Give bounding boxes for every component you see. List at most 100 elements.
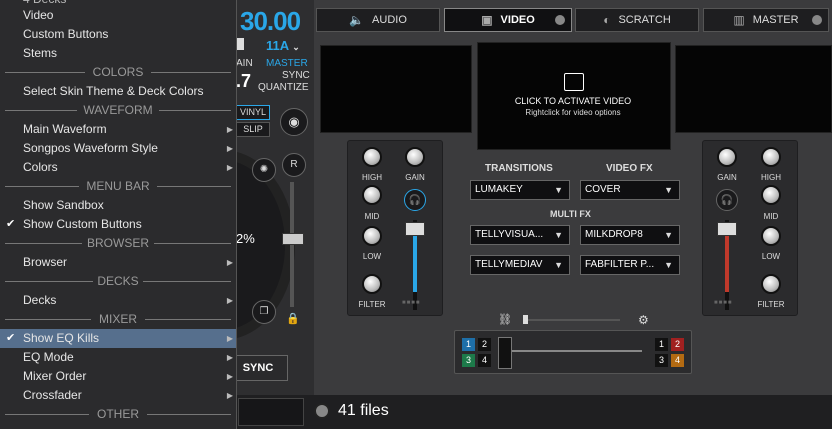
chevron-right-icon: ▶ bbox=[226, 334, 233, 343]
mid-knob[interactable] bbox=[761, 185, 781, 205]
mid-label: MID bbox=[364, 212, 380, 221]
menu-item-browser[interactable]: Browser ▶ bbox=[0, 253, 236, 272]
eye-icon[interactable]: ◉ bbox=[280, 108, 308, 136]
deck-chip-2[interactable]: 2 bbox=[671, 338, 684, 351]
menu-item-decks[interactable]: Decks ▶ bbox=[0, 291, 236, 310]
tab-master[interactable]: ▥ MASTER bbox=[703, 8, 829, 32]
high-knob[interactable] bbox=[761, 147, 781, 167]
menu-section-menubar: MENU BAR bbox=[0, 177, 236, 196]
crossfader-track[interactable] bbox=[512, 350, 642, 352]
section-label: OTHER bbox=[97, 407, 139, 421]
volume-fader-right-handle[interactable] bbox=[717, 222, 737, 236]
crossfader-settings-icon[interactable]: ⚙ bbox=[638, 313, 649, 327]
deck-chip-2[interactable]: 2 bbox=[478, 338, 491, 351]
divider bbox=[154, 243, 231, 244]
menu-item-main-waveform[interactable]: Main Waveform ▶ bbox=[0, 120, 236, 139]
multifx-select-4[interactable]: FABFILTER P... ▼ bbox=[580, 255, 680, 275]
menu-item-show-custom-buttons[interactable]: ✔ Show Custom Buttons bbox=[0, 215, 236, 234]
volume-fader-left-handle[interactable] bbox=[405, 222, 425, 236]
sync-label[interactable]: SYNC bbox=[282, 70, 310, 81]
multifx-select-3[interactable]: TELLYMEDIAV ▼ bbox=[470, 255, 570, 275]
menu-item-select-skin[interactable]: Select Skin Theme & Deck Colors bbox=[0, 82, 236, 101]
tab-options-icon[interactable] bbox=[812, 15, 822, 25]
gain-knob[interactable] bbox=[405, 147, 425, 167]
eq-panel-left bbox=[347, 140, 443, 316]
menu-item-crossfader[interactable]: Crossfader ▶ bbox=[0, 386, 236, 405]
filter-knob[interactable] bbox=[362, 274, 382, 294]
sync-button[interactable]: SYNC bbox=[228, 355, 288, 381]
deck-chip-3[interactable]: 3 bbox=[462, 354, 475, 367]
video-preview-left[interactable] bbox=[320, 45, 472, 133]
tab-video[interactable]: ▣ VIDEO bbox=[444, 8, 572, 32]
videofx-select[interactable]: COVER ▼ bbox=[580, 180, 680, 200]
filter-label: FILTER bbox=[358, 300, 386, 309]
deck-chip-1[interactable]: 1 bbox=[462, 338, 475, 351]
master-icon: ▥ bbox=[733, 13, 745, 27]
menu-item-custom-buttons[interactable]: Custom Buttons bbox=[0, 25, 236, 44]
menu-item-songpos-waveform[interactable]: Songpos Waveform Style ▶ bbox=[0, 139, 236, 158]
high-knob[interactable] bbox=[362, 147, 382, 167]
link-icon[interactable]: ⛓ bbox=[498, 313, 512, 326]
menu-item-show-eq-kills[interactable]: ✔ Show EQ Kills ▶ bbox=[0, 329, 236, 348]
slip-button[interactable]: SLIP bbox=[236, 122, 270, 137]
crossfader-curve-handle[interactable] bbox=[523, 315, 528, 324]
menu-item-mixer-order[interactable]: Mixer Order ▶ bbox=[0, 367, 236, 386]
deck-chip-4[interactable]: 4 bbox=[671, 354, 684, 367]
chevron-right-icon: ▶ bbox=[226, 391, 233, 400]
gain-label: GAIN bbox=[717, 173, 737, 182]
video-icon: ▣ bbox=[481, 13, 493, 27]
crossfader-curve-track[interactable] bbox=[525, 319, 620, 321]
low-knob[interactable] bbox=[362, 226, 382, 246]
search-input[interactable] bbox=[238, 398, 304, 426]
chevron-right-icon: ▶ bbox=[226, 163, 233, 172]
multifx-select-1[interactable]: TELLYVISUA... ▼ bbox=[470, 225, 570, 245]
copy-icon[interactable]: ❐ bbox=[252, 300, 276, 324]
gain-knob[interactable] bbox=[717, 147, 737, 167]
menu-section-other: OTHER bbox=[0, 405, 236, 424]
section-label: BROWSER bbox=[86, 236, 149, 250]
disc-icon[interactable]: ✺ bbox=[252, 158, 276, 182]
menu-item-video[interactable]: Video bbox=[0, 6, 236, 25]
vinyl-button[interactable]: VINYL bbox=[236, 105, 270, 120]
video-clapper-icon bbox=[564, 73, 584, 91]
menu-item-show-sandbox[interactable]: Show Sandbox bbox=[0, 196, 236, 215]
level-meter-right: ■■■■ bbox=[714, 300, 733, 306]
video-preview-right[interactable] bbox=[675, 45, 832, 133]
low-knob[interactable] bbox=[761, 226, 781, 246]
tab-scratch[interactable]: ◐ SCRATCH bbox=[575, 8, 699, 32]
deck-chip-3[interactable]: 3 bbox=[655, 354, 668, 367]
key-display[interactable]: 11A ⌄ bbox=[266, 38, 300, 53]
divider bbox=[5, 186, 79, 187]
quantize-label[interactable]: QUANTIZE bbox=[258, 82, 309, 93]
divider bbox=[5, 414, 89, 415]
multifx-select-2[interactable]: MILKDROP8 ▼ bbox=[580, 225, 680, 245]
chevron-down-icon: ▼ bbox=[554, 260, 563, 270]
chevron-right-icon: ▶ bbox=[226, 125, 233, 134]
menu-item-colors[interactable]: Colors ▶ bbox=[0, 158, 236, 177]
menu-item-stems[interactable]: Stems bbox=[0, 44, 236, 63]
high-label: HIGH bbox=[761, 173, 781, 182]
headphone-icon[interactable]: 🎧 bbox=[716, 189, 738, 211]
deck-chip-4[interactable]: 4 bbox=[478, 354, 491, 367]
headphone-icon[interactable]: 🎧 bbox=[404, 189, 426, 211]
divider bbox=[145, 319, 231, 320]
tab-audio[interactable]: 🔈 AUDIO bbox=[316, 8, 440, 32]
menu-item-label: Stems bbox=[23, 46, 58, 60]
bpm-display: 30.00 bbox=[240, 6, 301, 36]
crossfader-handle[interactable] bbox=[498, 337, 512, 369]
divider bbox=[151, 72, 231, 73]
divider bbox=[5, 243, 82, 244]
section-label: MIXER bbox=[98, 312, 137, 326]
reset-pitch-button[interactable]: R bbox=[282, 153, 306, 177]
transition-select[interactable]: LUMAKEY ▼ bbox=[470, 180, 570, 200]
menu-item-eq-mode[interactable]: EQ Mode ▶ bbox=[0, 348, 236, 367]
mid-knob[interactable] bbox=[362, 185, 382, 205]
tab-options-icon[interactable] bbox=[555, 15, 565, 25]
master-label[interactable]: MASTER bbox=[266, 58, 308, 69]
lock-icon[interactable]: 🔒 bbox=[286, 312, 300, 325]
deck-chip-1[interactable]: 1 bbox=[655, 338, 668, 351]
pitch-slider-handle[interactable] bbox=[282, 233, 304, 245]
chevron-right-icon: ▶ bbox=[226, 258, 233, 267]
filter-knob[interactable] bbox=[761, 274, 781, 294]
menu-item-label: Browser bbox=[23, 255, 68, 269]
